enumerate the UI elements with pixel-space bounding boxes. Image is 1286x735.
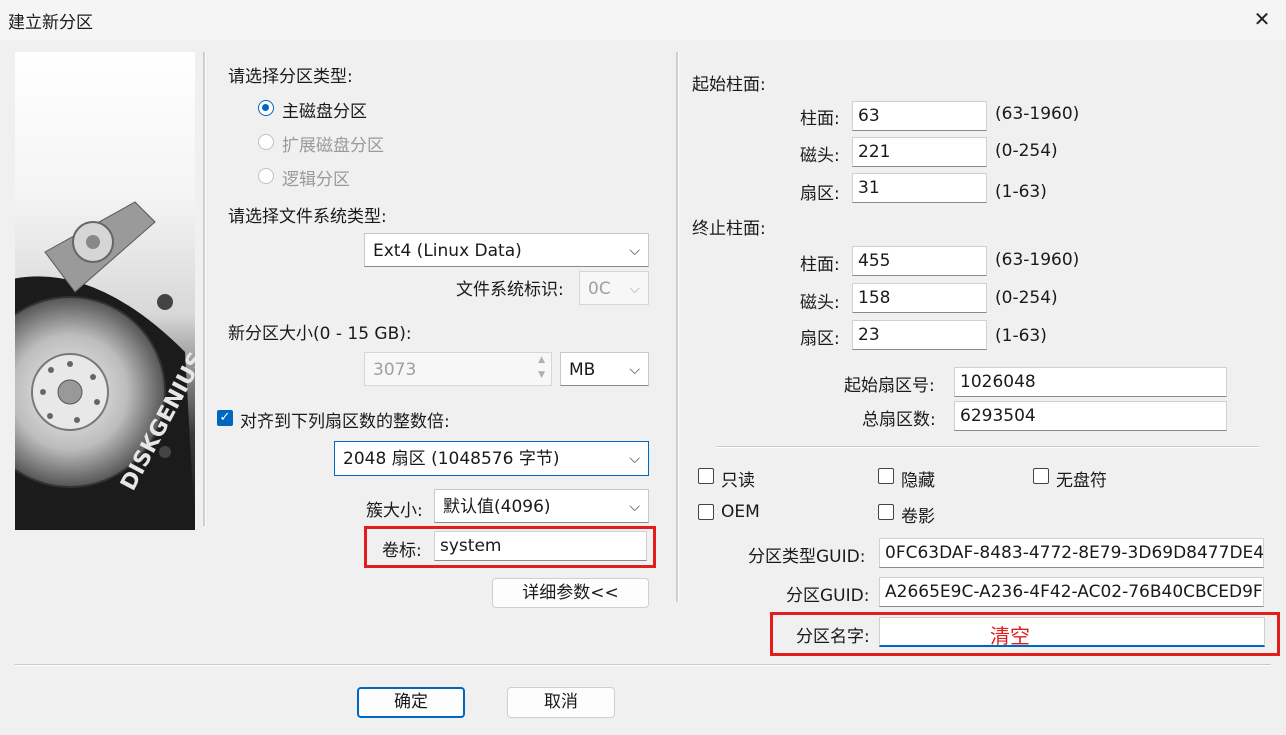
shadow-label[interactable]: 卷影 xyxy=(901,502,935,527)
size-input[interactable]: 3073 ▲ ▼ xyxy=(364,352,552,386)
chevron-down-icon: ⌵ xyxy=(629,243,640,259)
radio-extended[interactable] xyxy=(258,134,274,150)
end-header: 终止柱面: xyxy=(692,219,766,239)
start-sector-range: (1-63) xyxy=(995,182,1047,202)
bottom-separator xyxy=(15,664,1271,666)
details-button[interactable]: 详细参数<< xyxy=(492,578,649,608)
ok-button[interactable]: 确定 xyxy=(357,687,465,718)
start-sector-label: 扇区: xyxy=(800,184,840,204)
no-drive-letter-checkbox[interactable] xyxy=(1033,468,1049,484)
radio-extended-label[interactable]: 扩展磁盘分区 xyxy=(282,131,384,156)
readonly-checkbox[interactable] xyxy=(698,468,714,484)
readonly-label[interactable]: 只读 xyxy=(721,466,755,491)
size-unit-value: MB xyxy=(569,360,596,380)
end-cyl-range: (63-1960) xyxy=(995,250,1080,270)
clear-annotation: 清空 xyxy=(990,624,1030,648)
size-value: 3073 xyxy=(373,360,417,380)
start-head-label: 磁头: xyxy=(800,146,840,166)
chevron-down-icon: ⌵ xyxy=(629,362,640,378)
radio-primary-label[interactable]: 主磁盘分区 xyxy=(282,97,367,122)
part-name-input[interactable] xyxy=(879,617,1265,647)
total-sectors-input[interactable]: 6293504 xyxy=(954,401,1227,431)
fs-id-label: 文件系统标识: xyxy=(456,280,564,300)
hidden-label[interactable]: 隐藏 xyxy=(901,466,935,491)
start-cyl-range: (63-1960) xyxy=(995,104,1080,124)
end-cyl-input[interactable]: 455 xyxy=(852,246,987,276)
start-head-input[interactable]: 221 xyxy=(852,137,987,167)
end-cyl-label: 柱面: xyxy=(800,255,840,275)
fs-id-value: 0C xyxy=(588,279,611,299)
left-separator xyxy=(203,52,206,526)
total-sectors-label: 总扇区数: xyxy=(862,410,936,430)
partition-type-label: 请选择分区类型: xyxy=(228,67,353,87)
cluster-label: 簇大小: xyxy=(366,501,423,521)
start-cyl-input[interactable]: 63 xyxy=(852,101,987,131)
right-separator xyxy=(716,446,1259,448)
start-sector-number-label: 起始扇区号: xyxy=(844,376,935,396)
hidden-checkbox[interactable] xyxy=(878,468,894,484)
radio-primary[interactable] xyxy=(258,100,274,116)
start-sector-input[interactable]: 31 xyxy=(852,173,987,203)
end-sector-input[interactable]: 23 xyxy=(852,320,987,350)
end-head-input[interactable]: 158 xyxy=(852,283,987,313)
part-guid-input[interactable]: A2665E9C-A236-4F42-AC02-76B40CBCED9F xyxy=(879,577,1264,607)
start-header: 起始柱面: xyxy=(692,75,766,95)
end-head-range: (0-254) xyxy=(995,288,1058,308)
align-select[interactable]: 2048 扇区 (1048576 字节) ⌵ xyxy=(334,441,649,476)
align-value: 2048 扇区 (1048576 字节) xyxy=(343,449,560,469)
align-label[interactable]: 对齐到下列扇区数的整数倍: xyxy=(240,407,450,432)
chevron-down-icon: ⌵ xyxy=(629,281,640,297)
no-drive-letter-label[interactable]: 无盘符 xyxy=(1056,466,1107,491)
fs-type-value: Ext4 (Linux Data) xyxy=(373,241,522,261)
close-icon[interactable]: ✕ xyxy=(1247,4,1277,34)
spinner-icon[interactable]: ▲ ▼ xyxy=(538,353,545,383)
part-name-label: 分区名字: xyxy=(796,627,870,647)
cluster-select[interactable]: 默认值(4096) ⌵ xyxy=(434,489,649,523)
size-unit-select[interactable]: MB ⌵ xyxy=(560,352,649,386)
fs-type-label: 请选择文件系统类型: xyxy=(228,207,387,227)
title-bar xyxy=(0,0,1286,40)
start-cyl-label: 柱面: xyxy=(800,109,840,129)
end-sector-label: 扇区: xyxy=(800,329,840,349)
fs-type-select[interactable]: Ext4 (Linux Data) ⌵ xyxy=(364,233,649,267)
volume-input[interactable]: system xyxy=(434,531,647,561)
window-title: 建立新分区 xyxy=(8,13,93,33)
oem-checkbox[interactable] xyxy=(698,504,714,520)
hard-disk-illustration: DISKGENIUS xyxy=(15,201,195,530)
diskgenius-image: DISKGENIUS xyxy=(15,52,195,530)
radio-logical[interactable] xyxy=(258,168,274,184)
middle-separator xyxy=(676,52,679,602)
end-head-label: 磁头: xyxy=(800,293,840,313)
cancel-button[interactable]: 取消 xyxy=(507,687,615,718)
start-sector-number-input[interactable]: 1026048 xyxy=(954,367,1227,397)
radio-logical-label[interactable]: 逻辑分区 xyxy=(282,165,350,190)
chevron-down-icon: ⌵ xyxy=(629,451,640,467)
shadow-checkbox[interactable] xyxy=(878,504,894,520)
type-guid-input[interactable]: 0FC63DAF-8483-4772-8E79-3D69D8477DE4 xyxy=(879,538,1264,568)
type-guid-label: 分区类型GUID: xyxy=(748,547,866,567)
chevron-down-icon: ⌵ xyxy=(629,499,640,515)
volume-label: 卷标: xyxy=(382,541,422,561)
oem-label[interactable]: OEM xyxy=(721,502,760,522)
size-label: 新分区大小(0 - 15 GB): xyxy=(228,324,412,344)
align-checkbox[interactable]: ✓ xyxy=(217,410,233,426)
cluster-value: 默认值(4096) xyxy=(443,497,551,517)
fs-id-select[interactable]: 0C ⌵ xyxy=(579,271,649,305)
end-sector-range: (1-63) xyxy=(995,326,1047,346)
part-guid-label: 分区GUID: xyxy=(786,586,870,606)
start-head-range: (0-254) xyxy=(995,141,1058,161)
